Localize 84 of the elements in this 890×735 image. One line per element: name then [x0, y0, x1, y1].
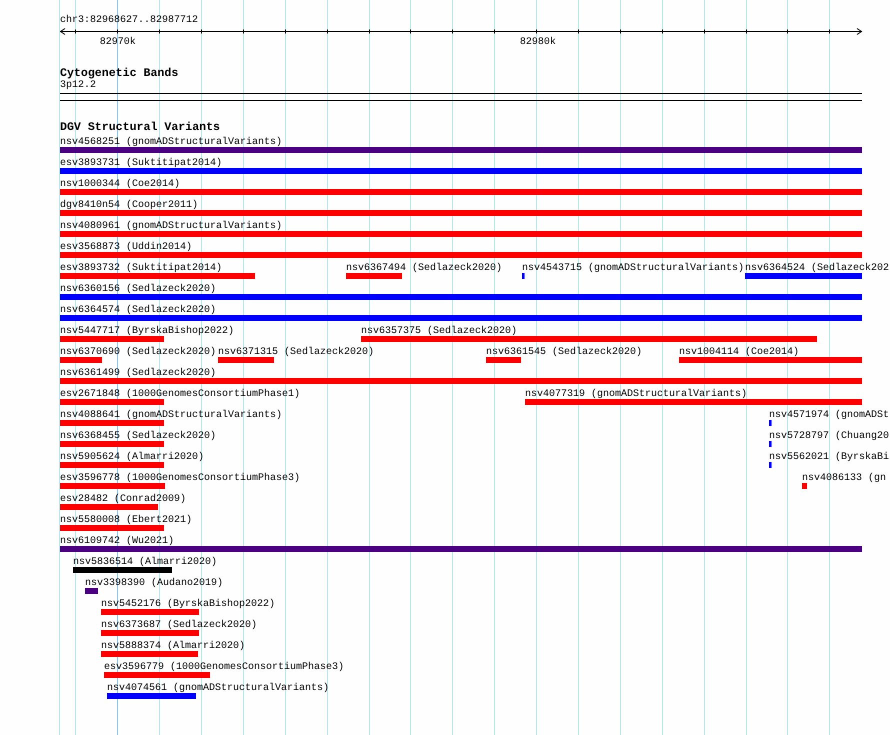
variant-bar[interactable]: [802, 483, 807, 489]
variant-label: nsv4088641 (gnomADStructuralVariants): [60, 410, 282, 421]
variant-label: nsv6364524 (Sedlazeck202: [745, 263, 890, 274]
tick-label: 82970k: [100, 37, 136, 47]
variant-bar[interactable]: [107, 693, 196, 699]
variant-label: nsv6373687 (Sedlazeck2020): [101, 620, 258, 631]
variant-label: nsv6368455 (Sedlazeck2020): [60, 431, 216, 442]
variant-label: nsv5452176 (ByrskaBishop2022): [101, 599, 276, 610]
variant-bar[interactable]: [60, 336, 164, 342]
variant-label: nsv6361545 (Sedlazeck2020): [486, 347, 642, 358]
variant-bar[interactable]: [522, 273, 524, 279]
variant-label: esv3596779 (1000GenomesConsortiumPhase3): [104, 662, 344, 673]
variant-bar[interactable]: [60, 189, 862, 195]
variant-label: nsv5836514 (Almarri2020): [73, 557, 218, 568]
variant-label: nsv4074561 (gnomADStructuralVariants): [107, 683, 330, 694]
variant-label: nsv4080961 (gnomADStructuralVariants): [60, 221, 282, 232]
variant-bar[interactable]: [60, 546, 862, 552]
variant-label: nsv6109742 (Wu2021): [60, 536, 174, 547]
band-label: 3p12.2: [60, 80, 96, 92]
variant-bar[interactable]: [60, 420, 164, 426]
variant-label: nsv6361499 (Sedlazeck2020): [60, 368, 216, 379]
variant-bar[interactable]: [60, 462, 164, 468]
variant-label: esv2671848 (1000GenomesConsortiumPhase1): [60, 389, 300, 400]
variant-bar[interactable]: [60, 252, 862, 258]
variant-bar[interactable]: [104, 672, 210, 678]
variant-bar[interactable]: [486, 357, 521, 363]
variant-bar[interactable]: [60, 294, 862, 300]
variant-label: nsv5888374 (Almarri2020): [101, 641, 246, 652]
variant-bar[interactable]: [60, 273, 255, 279]
variant-label: esv3893732 (Suktitipat2014): [60, 263, 222, 274]
variant-bar[interactable]: [346, 273, 402, 279]
variant-label: nsv4086133 (gn: [802, 473, 886, 484]
variant-label: nsv5580008 (Ebert2021): [60, 515, 192, 526]
variant-label: nsv6364574 (Sedlazeck2020): [60, 305, 216, 316]
variant-label: dgv8410n54 (Cooper2011): [60, 200, 198, 211]
variant-label: nsv4571974 (gnomADSt: [769, 410, 890, 421]
variant-bar[interactable]: [525, 399, 862, 405]
variant-bar[interactable]: [60, 147, 862, 153]
track-title: Cytogenetic Bands: [60, 68, 178, 80]
variant-bar[interactable]: [745, 273, 862, 279]
track-title: DGV Structural Variants: [60, 122, 220, 134]
variant-bar[interactable]: [769, 420, 772, 426]
variant-bar[interactable]: [60, 504, 158, 510]
variant-label: nsv4077319 (gnomADStructuralVariants): [525, 389, 748, 400]
variant-bar[interactable]: [101, 609, 199, 615]
variant-label: esv28482 (Conrad2009): [60, 494, 186, 505]
variant-bar[interactable]: [60, 315, 862, 321]
variant-label: nsv6367494 (Sedlazeck2020): [346, 263, 502, 274]
variant-label: nsv6357375 (Sedlazeck2020): [361, 326, 518, 337]
variant-label: nsv6371315 (Sedlazeck2020): [218, 347, 374, 358]
variant-bar[interactable]: [73, 567, 172, 573]
variant-label: nsv5905624 (Almarri2020): [60, 452, 204, 463]
variant-bar[interactable]: [101, 630, 199, 636]
variant-label: nsv4568251 (gnomADStructuralVariants): [60, 137, 282, 148]
variant-label: esv3596778 (1000GenomesConsortiumPhase3): [60, 473, 300, 484]
variant-label: nsv3398390 (Audano2019): [85, 578, 224, 589]
variant-label: nsv1004114 (Coe2014): [679, 347, 800, 358]
variant-bar[interactable]: [60, 525, 164, 531]
variant-bar[interactable]: [60, 441, 164, 447]
variant-label: nsv5562021 (ByrskaBi: [769, 452, 890, 463]
variant-label: nsv6360156 (Sedlazeck2020): [60, 284, 216, 295]
variant-bar[interactable]: [60, 168, 862, 174]
variant-label: nsv1000344 (Coe2014): [60, 179, 180, 190]
tick-label: 82980k: [520, 37, 556, 47]
variant-bar[interactable]: [60, 210, 862, 216]
variant-bar[interactable]: [769, 441, 772, 447]
variant-bar[interactable]: [60, 483, 165, 489]
variant-bar[interactable]: [361, 336, 817, 342]
variant-bar[interactable]: [101, 651, 198, 657]
variant-label: nsv4543715 (gnomADStructuralVariants): [522, 263, 744, 274]
variant-label: esv3568873 (Uddin2014): [60, 242, 192, 253]
variant-bar[interactable]: [85, 588, 98, 594]
variant-label: nsv5728797 (Chuang20: [769, 431, 890, 442]
variant-bar[interactable]: [60, 399, 164, 405]
variant-bar[interactable]: [679, 357, 862, 363]
variant-label: esv3893731 (Suktitipat2014): [60, 158, 222, 169]
variant-bar[interactable]: [769, 462, 772, 468]
location-label: chr3:82968627..82987712: [60, 15, 198, 27]
variant-bar[interactable]: [60, 378, 862, 384]
variant-label: nsv5447717 (ByrskaBishop2022): [60, 326, 234, 337]
variant-bar[interactable]: [218, 357, 274, 363]
variant-bar[interactable]: [60, 231, 862, 237]
variant-label: nsv6370690 (Sedlazeck2020): [60, 347, 216, 358]
variant-bar[interactable]: [60, 357, 102, 363]
